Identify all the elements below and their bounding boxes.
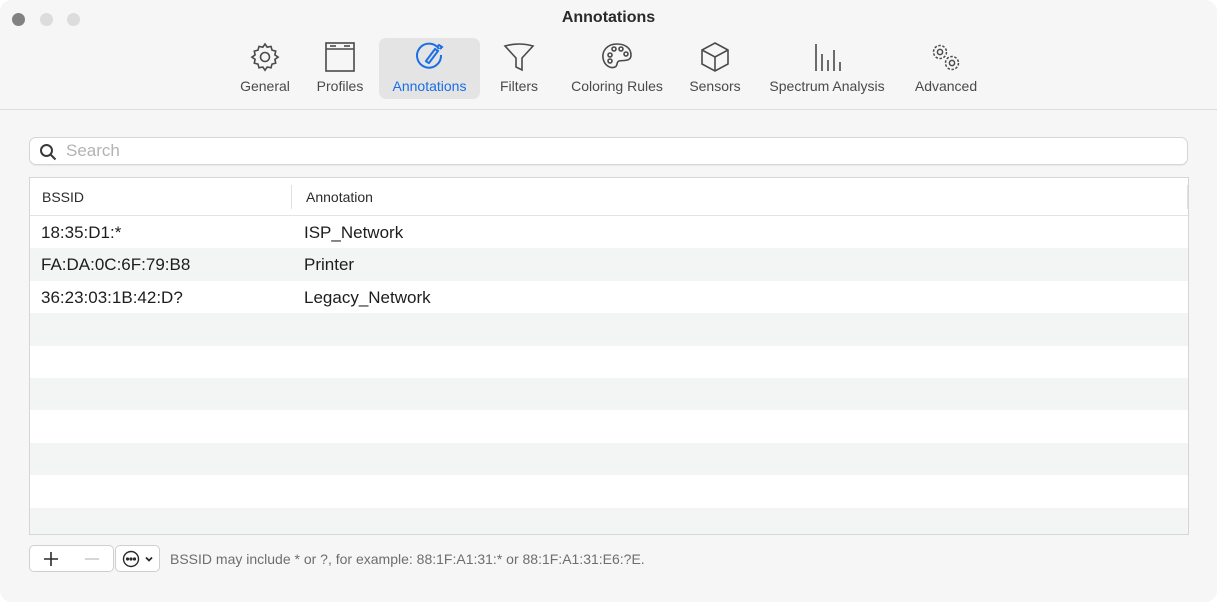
empty-row <box>30 313 1188 346</box>
remove-button[interactable] <box>71 545 114 572</box>
tab-coloring-rules[interactable]: Coloring Rules <box>561 38 673 99</box>
window-title: Annotations <box>561 9 656 26</box>
empty-row <box>30 442 1188 476</box>
tab-filters[interactable]: Filters <box>490 38 548 99</box>
annotations-pane: BSSID Annotation 18:35:D1:* ISP_Network … <box>0 111 1217 602</box>
empty-row <box>30 507 1188 534</box>
gear-icon <box>248 40 282 74</box>
annotation-cell: Printer <box>304 255 355 275</box>
empty-row <box>30 377 1188 411</box>
tab-sensors[interactable]: Sensors <box>682 38 748 99</box>
search-input[interactable] <box>66 140 1166 162</box>
ellipsis-circle-icon <box>122 550 139 567</box>
funnel-icon <box>502 40 536 74</box>
pencil-circle-icon <box>413 40 447 74</box>
tab-advanced[interactable]: Advanced <box>907 38 985 99</box>
empty-row <box>30 475 1188 507</box>
table-header: BSSID Annotation <box>30 178 1188 216</box>
add-button[interactable] <box>29 545 72 572</box>
table-body: 18:35:D1:* ISP_Network FA:DA:0C:6F:79:B8… <box>30 216 1188 534</box>
tab-spectrum-analysis[interactable]: Spectrum Analysis <box>757 38 897 99</box>
annotation-cell: ISP_Network <box>304 223 404 242</box>
column-divider[interactable] <box>1187 185 1188 209</box>
tab-coloring-rules-label: Coloring Rules <box>571 78 663 94</box>
palette-icon <box>600 40 634 74</box>
cube-icon <box>698 40 732 74</box>
plus-icon <box>43 551 58 566</box>
search-icon <box>39 143 57 166</box>
bssid-cell: 36:23:03:1B:42:D? <box>41 287 183 307</box>
annotations-table: BSSID Annotation 18:35:D1:* ISP_Network … <box>29 177 1189 535</box>
tab-annotations-label: Annotations <box>392 78 467 94</box>
tab-annotations[interactable]: Annotations <box>379 38 480 99</box>
empty-row <box>30 346 1188 378</box>
tab-general[interactable]: General <box>234 38 296 99</box>
chevron-down-icon <box>144 556 153 562</box>
tab-spectrum-analysis-label: Spectrum Analysis <box>769 78 885 94</box>
bars-icon <box>810 40 844 74</box>
minus-icon <box>85 557 99 560</box>
table-row[interactable]: 36:23:03:1B:42:D? Legacy_Network <box>30 281 1188 313</box>
tab-advanced-label: Advanced <box>914 78 978 94</box>
bssid-cell: FA:DA:0C:6F:79:B8 <box>41 255 191 275</box>
table-row[interactable]: FA:DA:0C:6F:79:B8 Printer <box>30 248 1188 281</box>
gears-icon <box>928 40 964 74</box>
tab-sensors-label: Sensors <box>689 78 741 94</box>
empty-row <box>30 410 1188 442</box>
table-row[interactable]: 18:35:D1:* ISP_Network <box>30 216 1188 248</box>
bssid-hint-text: BSSID may include * or ?, for example: 8… <box>170 551 645 567</box>
column-header-bssid[interactable]: BSSID <box>42 189 84 205</box>
tab-profiles-label: Profiles <box>316 78 364 94</box>
more-actions-menu[interactable] <box>115 545 160 572</box>
tab-profiles[interactable]: Profiles <box>309 38 371 99</box>
bssid-cell: 18:35:D1:* <box>41 223 122 242</box>
window-icon <box>323 40 357 74</box>
column-header-annotation[interactable]: Annotation <box>306 189 373 205</box>
title-bar: Annotations General Profiles Annotations… <box>0 0 1217 110</box>
column-divider[interactable] <box>291 185 292 209</box>
preferences-window: Annotations General Profiles Annotations… <box>0 0 1217 602</box>
tab-general-label: General <box>240 78 290 94</box>
tab-filters-label: Filters <box>499 78 539 94</box>
annotation-cell: Legacy_Network <box>304 287 431 307</box>
search-field[interactable] <box>29 137 1188 165</box>
